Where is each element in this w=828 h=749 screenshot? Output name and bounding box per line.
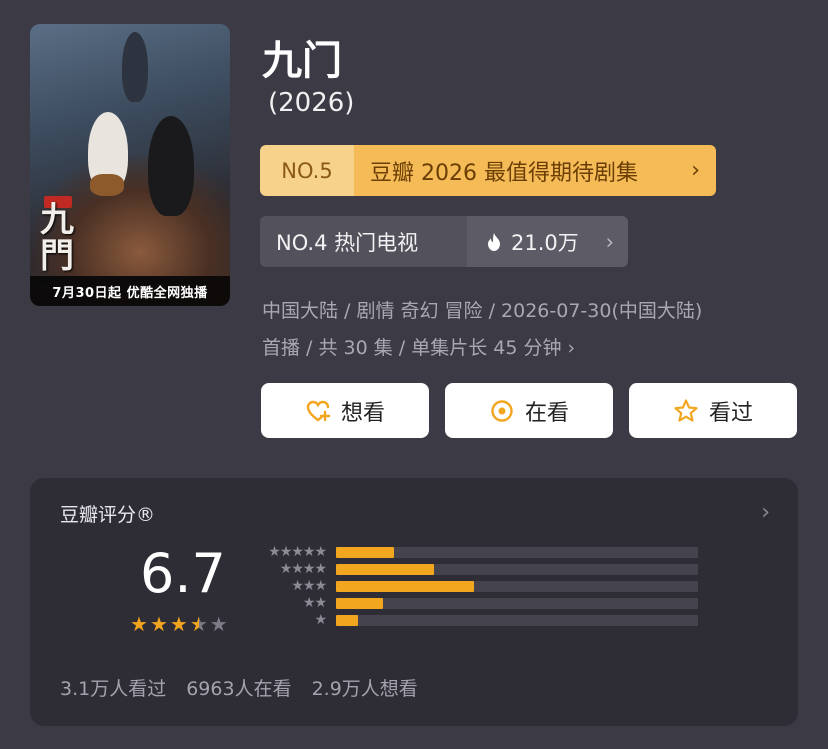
rating-dist-track [336,564,698,575]
rating-dist-row: ★★★★★ [256,544,698,561]
rating-dist-bar [336,581,474,592]
watched-count: 3.1万人看过 [60,678,167,700]
ranking-label: 豆瓣 2026 最值得期待剧集 › [354,145,716,196]
chevron-right-icon: › [567,337,576,359]
target-icon [491,399,513,422]
rating-stars: ★ ★ ★ ★ ★ [130,614,228,634]
rating-dist-row: ★★★ [256,578,698,595]
want-count: 2.9万人想看 [311,678,418,700]
want-to-watch-label: 想看 [340,400,385,426]
rating-dist-track [336,598,698,609]
show-meta-line1: 中国大陆 / 剧情 奇幻 冒险 / 2026-07-30(中国大陆) [262,300,703,322]
show-year: (2026) [268,88,355,118]
rating-dist-bar [336,547,394,558]
star-empty-icon: ★ [209,612,228,636]
ranking-badge-hot[interactable]: NO.4 热门电视 21.0万 › [260,216,628,267]
poster-logo: 九門 [40,200,74,276]
watched-label: 看过 [708,400,753,426]
ranking-badge-anticipated[interactable]: NO.5 豆瓣 2026 最值得期待剧集 › [260,145,716,196]
heart-plus-icon [306,400,331,421]
rating-dist-track [336,615,698,626]
watched-button[interactable]: 看过 [629,383,797,438]
star-icon [674,398,698,422]
rating-dist-row: ★★★★ [256,561,698,578]
rating-card[interactable]: 豆瓣评分® › 6.7 ★ ★ ★ ★ ★ ★★★★★ ★★★★ ★★★ ★★ ★ 3.1万人看… [30,478,798,726]
rating-dist-stars: ★★ [302,595,327,611]
poster-caption: 7月30日起 优酷全网独播 [30,276,230,306]
rating-dist-bar [336,598,384,609]
rating-score: 6.7 [140,542,226,605]
star-half-icon: ★ [189,612,208,636]
show-title: 九门 [262,38,342,84]
poster-figure [90,174,124,196]
rating-dist-track [336,581,698,592]
watching-button[interactable]: 在看 [445,383,613,438]
heat-value: 21.0万 › [467,216,628,267]
show-meta-line2[interactable]: 首播 / 共 30 集 / 单集片长 45 分钟 › [262,333,575,360]
chevron-right-icon: › [691,158,700,183]
rating-dist-stars: ★★★★★ [268,544,327,560]
show-meta-text: 首播 / 共 30 集 / 单集片长 45 分钟 [262,337,562,359]
star-full-icon: ★ [130,612,148,636]
rating-dist-row: ★ [256,612,698,629]
poster-figure [122,32,148,102]
rating-distribution: ★★★★★ ★★★★ ★★★ ★★ ★ [256,544,698,629]
fire-icon [488,232,500,251]
rating-dist-bar [336,615,358,626]
star-full-icon: ★ [169,612,188,636]
chevron-right-icon: › [761,500,770,525]
rating-title: 豆瓣评分® [60,504,156,526]
rating-dist-track [336,547,698,558]
watching-count: 6963人在看 [186,678,292,700]
heat-number: 21.0万 [511,230,579,255]
hot-tv-label: NO.4 热门电视 [260,216,467,267]
rating-dist-bar [336,564,434,575]
poster-image[interactable]: 九門 7月30日起 优酷全网独播 [30,24,230,306]
rating-stats: 3.1万人看过 6963人在看 2.9万人想看 [60,674,418,701]
star-full-icon: ★ [149,612,168,636]
want-to-watch-button[interactable]: 想看 [261,383,429,438]
poster-figure [148,116,194,216]
watching-label: 在看 [524,400,569,426]
chevron-right-icon: › [605,229,614,254]
rating-dist-row: ★★ [256,595,698,612]
ranking-text: 豆瓣 2026 最值得期待剧集 [370,160,638,186]
rating-dist-stars: ★★★ [291,578,327,594]
ranking-number: NO.5 [260,145,354,196]
rating-dist-stars: ★ [314,612,327,628]
rating-dist-stars: ★★★★ [279,561,327,577]
